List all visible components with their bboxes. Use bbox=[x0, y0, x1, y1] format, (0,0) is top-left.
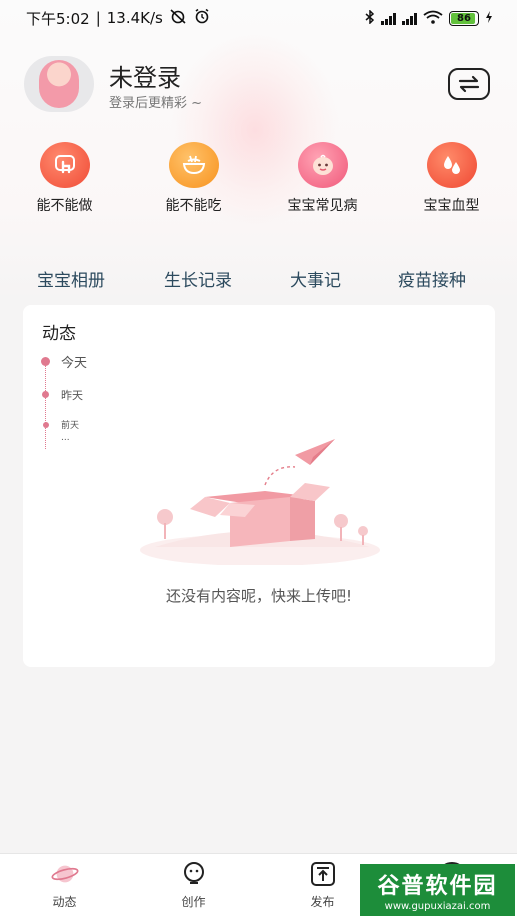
timeline-dot bbox=[42, 422, 49, 428]
empty-box-illustration bbox=[140, 439, 380, 565]
watermark-url: www.gupuxiazai.com bbox=[384, 901, 491, 912]
feature-label: 宝宝血型 bbox=[423, 198, 480, 214]
swap-icon bbox=[458, 75, 480, 93]
timeline-dot bbox=[41, 357, 50, 366]
nav-label: 发布 bbox=[310, 895, 335, 909]
bluetooth-icon bbox=[365, 8, 375, 27]
feature-label: 宝宝常见病 bbox=[287, 198, 358, 214]
timeline-label: 昨天 bbox=[61, 389, 83, 402]
hand-tap-icon bbox=[39, 142, 90, 188]
nav-label: 创作 bbox=[181, 895, 206, 909]
user-name[interactable]: 未登录 bbox=[109, 58, 181, 93]
switch-baby-button[interactable] bbox=[448, 68, 490, 100]
feature-grid: 能不能做 能不能吃 宝宝常见病 宝宝血型 bbox=[0, 142, 517, 215]
watermark-title: 谷普软件园 bbox=[377, 874, 498, 899]
feature-can-eat[interactable]: 能不能吃 bbox=[129, 142, 258, 215]
nav-create[interactable]: 创作 bbox=[129, 854, 258, 920]
charging-icon bbox=[485, 10, 493, 26]
baby-face-icon bbox=[297, 142, 348, 188]
alarm-icon bbox=[193, 8, 211, 28]
bowl-icon bbox=[168, 142, 219, 188]
battery-level: 86 bbox=[457, 12, 471, 24]
timeline-line bbox=[45, 361, 46, 449]
nav-feed[interactable]: 动态 bbox=[0, 854, 129, 920]
bulb-icon bbox=[180, 861, 208, 887]
tab-milestones[interactable]: 大事记 bbox=[290, 266, 341, 291]
wifi-icon bbox=[423, 10, 443, 27]
signal-icon bbox=[402, 12, 417, 25]
category-tabs: 宝宝相册 生长记录 大事记 疫苗接种 bbox=[0, 262, 517, 294]
status-time: 下午5:02 bbox=[26, 9, 90, 28]
feed-card: 动态 今天 昨天 前天 ... 还没有内容呢，快来上传吧! bbox=[23, 305, 495, 667]
status-bar: 下午5:02 | 13.4K/s 86 bbox=[0, 0, 517, 36]
watermark: 谷普软件园 www.gupuxiazai.com bbox=[360, 864, 515, 916]
feature-blood-type[interactable]: 宝宝血型 bbox=[387, 142, 516, 215]
feed-title: 动态 bbox=[42, 324, 76, 344]
blood-drops-icon bbox=[426, 142, 477, 188]
feature-label: 能不能吃 bbox=[165, 198, 222, 214]
status-speed: 13.4K/s bbox=[106, 9, 163, 27]
timeline-label: 前天 bbox=[61, 421, 80, 431]
feature-can-do[interactable]: 能不能做 bbox=[0, 142, 129, 215]
nav-label: 动态 bbox=[52, 895, 77, 909]
tab-album[interactable]: 宝宝相册 bbox=[37, 266, 105, 291]
tab-vaccination[interactable]: 疫苗接种 bbox=[398, 266, 466, 291]
signal-icon bbox=[381, 12, 396, 25]
alarm-off-icon bbox=[169, 8, 187, 28]
timeline-label: ... bbox=[61, 433, 70, 443]
timeline-dot bbox=[42, 391, 49, 398]
timeline-label: 今天 bbox=[61, 356, 88, 371]
tab-growth-record[interactable]: 生长记录 bbox=[164, 266, 232, 291]
avatar[interactable] bbox=[24, 56, 94, 112]
battery-icon: 86 bbox=[449, 10, 479, 26]
login-hint[interactable]: 登录后更精彩 ~ bbox=[109, 92, 202, 111]
upload-icon bbox=[309, 861, 337, 887]
empty-state-text: 还没有内容呢，快来上传吧! bbox=[165, 587, 352, 605]
baby-avatar-icon bbox=[39, 60, 79, 108]
feature-common-illness[interactable]: 宝宝常见病 bbox=[258, 142, 387, 215]
planet-icon bbox=[50, 861, 79, 887]
feature-label: 能不能做 bbox=[36, 198, 93, 214]
